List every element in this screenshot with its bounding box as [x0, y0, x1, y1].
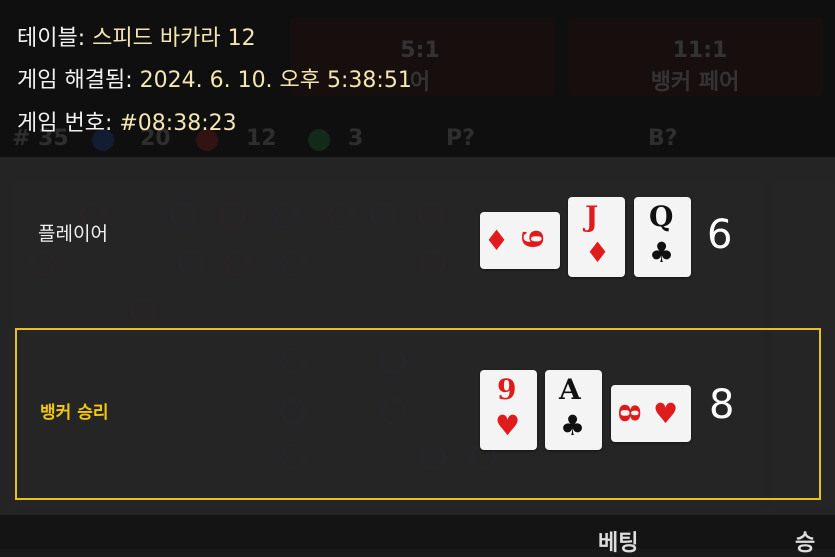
player-card-3: Q ♣ [634, 197, 691, 277]
table-label: 테이블: [17, 26, 93, 51]
card-rank: 8 [612, 403, 646, 423]
card-rank: 9 [515, 229, 549, 249]
club-icon: ♣ [649, 236, 675, 269]
banker-row: 뱅커 승리 9 ♥ A ♣ 8 ♥ 8 [15, 328, 821, 500]
game-number-value: #08:38:23 [119, 111, 237, 136]
player-row: 플레이어 ♦ 9 J ♦ Q ♣ 6 [15, 157, 821, 327]
result-panel: 플레이어 ♦ 9 J ♦ Q ♣ 6 뱅커 승리 9 ♥ A ♣ 8 ♥ 8 [0, 157, 835, 515]
heart-icon: ♥ [495, 409, 521, 442]
player-score: 6 [707, 212, 733, 258]
card-rank: J [585, 200, 599, 233]
game-number-info: 게임 번호: #08:38:23 [17, 105, 237, 137]
tab-win[interactable]: 승 [795, 525, 815, 557]
diamond-icon: ♦ [585, 236, 611, 269]
result-overlay: 테이블: 스피드 바카라 12 게임 해결됨: 2024. 6. 10. 오후 … [0, 0, 835, 556]
diamond-icon: ♦ [484, 224, 510, 257]
banker-card-1: 9 ♥ [480, 370, 537, 450]
game-number-label: 게임 번호: [17, 111, 120, 136]
card-rank: Q [649, 200, 674, 233]
tab-betting[interactable]: 베팅 [598, 525, 638, 557]
banker-score: 8 [709, 382, 735, 428]
club-icon: ♣ [560, 409, 586, 442]
player-card-2: J ♦ [568, 197, 625, 277]
player-label: 플레이어 [38, 223, 108, 245]
heart-icon: ♥ [653, 397, 679, 430]
card-rank: A [559, 373, 581, 406]
banker-card-3: 8 ♥ [611, 385, 691, 442]
resolved-value: 2024. 6. 10. 오후 5:38:51 [139, 68, 412, 93]
table-value: 스피드 바카라 12 [92, 26, 256, 51]
resolved-info: 게임 해결됨: 2024. 6. 10. 오후 5:38:51 [17, 62, 412, 94]
banker-win-label: 뱅커 승리 [40, 403, 109, 423]
resolved-label: 게임 해결됨: [17, 68, 140, 93]
bottom-bar [0, 515, 835, 549]
card-rank: 9 [497, 373, 517, 406]
table-info: 테이블: 스피드 바카라 12 [17, 20, 256, 52]
banker-card-2: A ♣ [545, 370, 602, 450]
player-card-1: ♦ 9 [480, 212, 560, 269]
